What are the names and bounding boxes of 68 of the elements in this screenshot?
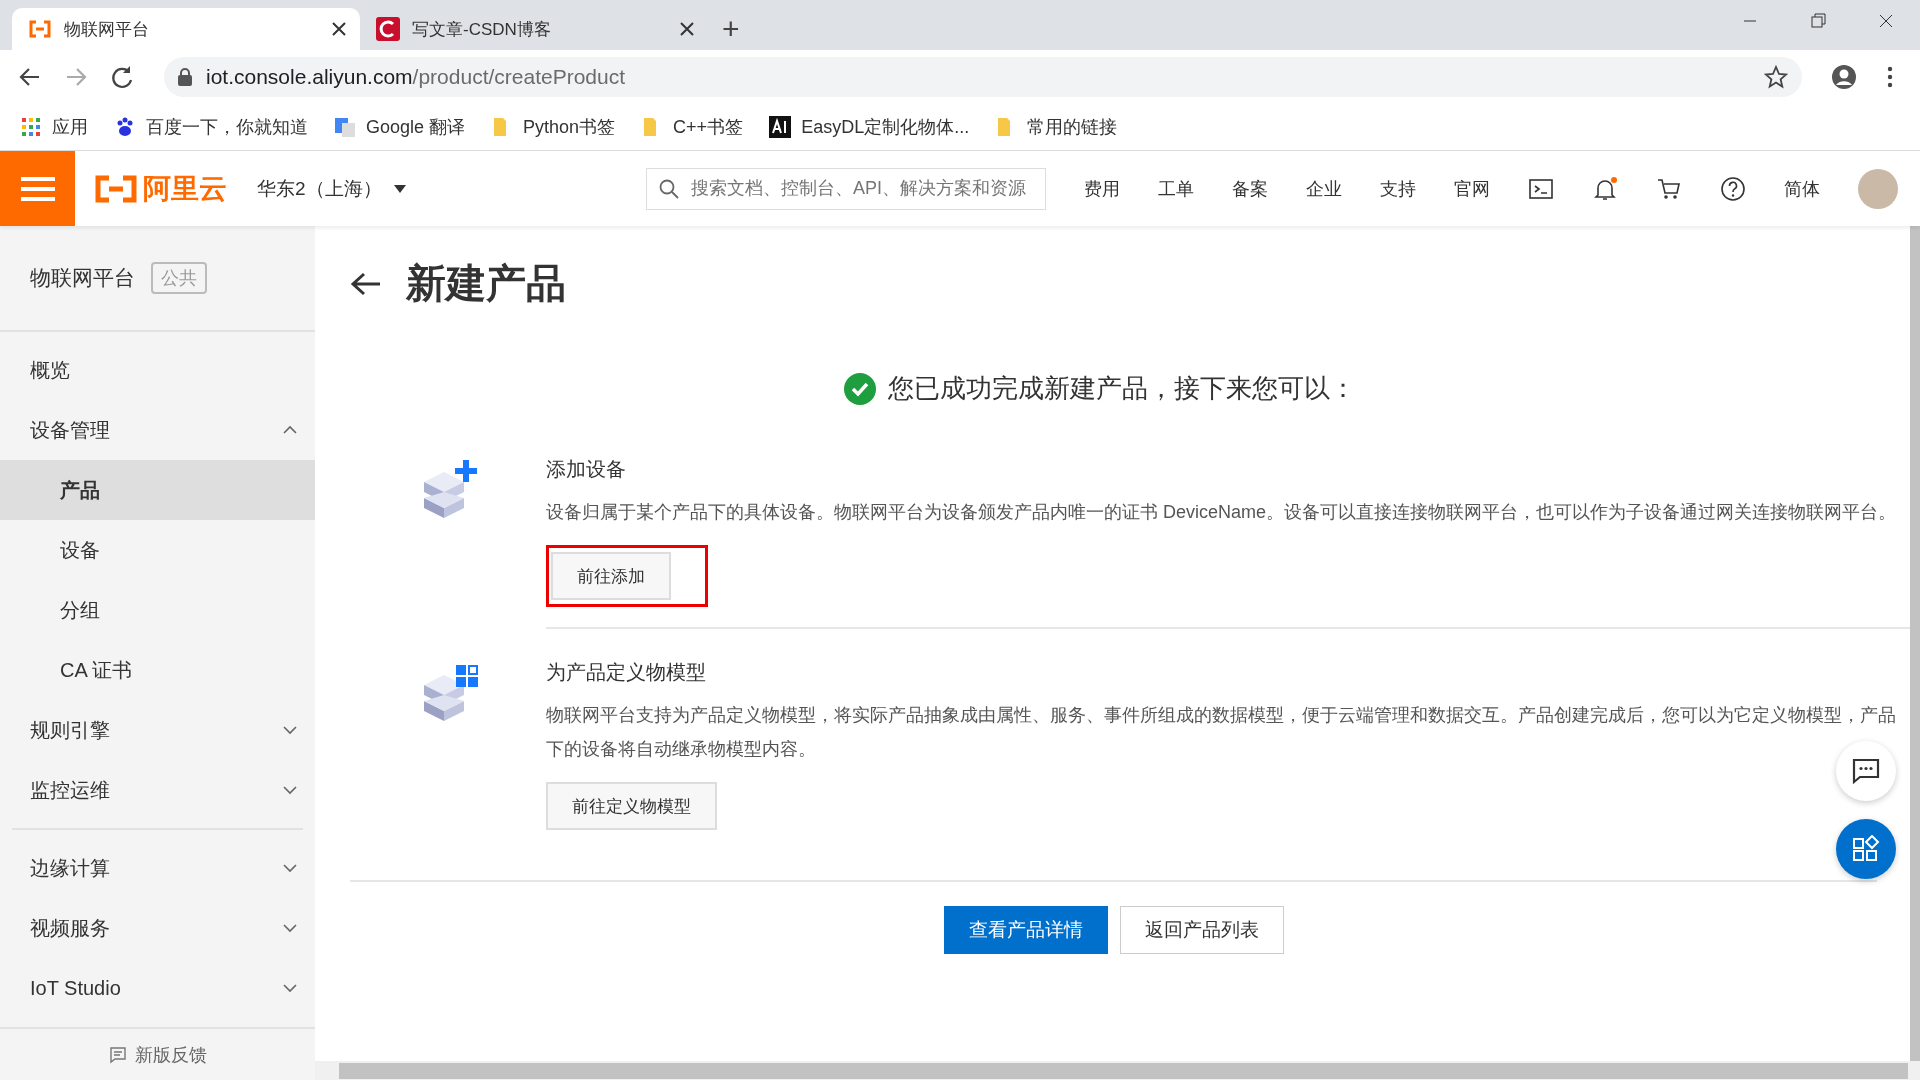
- lock-icon: [178, 68, 192, 86]
- bookmark[interactable]: 百度一下，你就知道: [114, 115, 308, 139]
- scrollbar[interactable]: [1910, 226, 1920, 1061]
- apps-button[interactable]: [1836, 819, 1896, 879]
- check-circle-icon: [844, 372, 876, 405]
- browser-tab[interactable]: 物联网平台: [12, 8, 360, 50]
- bookmark[interactable]: C++书签: [641, 115, 744, 139]
- sidebar-title: 物联网平台: [30, 265, 135, 291]
- browser-tab[interactable]: 写文章-CSDN博客: [360, 8, 708, 50]
- nav-link[interactable]: 企业: [1306, 176, 1342, 201]
- help-icon[interactable]: [1720, 175, 1746, 202]
- sidebar-subitem[interactable]: 设备: [0, 520, 315, 580]
- message-icon: [108, 1046, 127, 1064]
- bookmark[interactable]: Google 翻译: [334, 115, 466, 139]
- apps-grid-icon: [20, 116, 42, 138]
- menu-button[interactable]: [0, 151, 75, 226]
- menu-icon: [20, 175, 55, 202]
- step-title: 为产品定义物模型: [546, 660, 707, 685]
- step-title: 添加设备: [546, 457, 627, 482]
- nav-link[interactable]: 支持: [1380, 176, 1416, 201]
- caret-icon: [393, 184, 406, 193]
- sidebar-item[interactable]: 概览: [0, 340, 315, 400]
- sidebar-item[interactable]: IoT Studio: [0, 958, 315, 1018]
- bracket-logo-icon: [95, 174, 137, 203]
- back-arrow-icon[interactable]: [350, 270, 382, 297]
- tag: 公共: [151, 262, 207, 294]
- sidebar-item[interactable]: 边缘计算: [0, 838, 315, 898]
- bookmark[interactable]: 常用的链接: [995, 115, 1118, 139]
- sidebar-item[interactable]: 规则引擎: [0, 700, 315, 760]
- secondary-button[interactable]: 返回产品列表: [1119, 906, 1284, 954]
- nav-link[interactable]: 工单: [1158, 176, 1194, 201]
- bracket-logo-icon: [28, 20, 52, 38]
- sidebar-item[interactable]: 监控运维: [0, 760, 315, 820]
- apps-icon: [1852, 835, 1880, 863]
- chat-icon: [1852, 757, 1880, 785]
- step-button[interactable]: 前往定义物模型: [546, 782, 717, 830]
- sidebar-subitem[interactable]: CA 证书: [0, 640, 315, 700]
- translate-icon: [334, 116, 356, 138]
- nav-link[interactable]: 官网: [1454, 176, 1490, 201]
- search-field[interactable]: 搜索文档、控制台、API、解决方案和资源: [646, 167, 1046, 210]
- c-logo-icon: [376, 17, 400, 41]
- language-link[interactable]: 简体: [1784, 176, 1820, 201]
- new-tab-button[interactable]: +: [722, 14, 740, 44]
- bookmark[interactable]: EasyDL定制化物体...: [769, 115, 970, 139]
- nav-link[interactable]: 费用: [1084, 176, 1120, 201]
- primary-button[interactable]: 查看产品详情: [943, 906, 1108, 954]
- bookmark[interactable]: Python书签: [491, 115, 616, 139]
- close-icon[interactable]: [332, 22, 346, 36]
- step-button[interactable]: 前往添加: [551, 552, 671, 600]
- search-icon: [659, 178, 679, 199]
- chat-button[interactable]: [1836, 741, 1896, 801]
- page-title: 新建产品: [406, 260, 566, 307]
- sidebar-subitem[interactable]: 分组: [0, 580, 315, 640]
- ai-logo-icon: [769, 116, 792, 138]
- bell-icon[interactable]: [1592, 175, 1618, 202]
- success-message: 您已成功完成新建产品，接下来您可以：: [888, 372, 1356, 405]
- step-description: 物联网平台支持为产品定义物模型，将实际产品抽象成由属性、服务、事件所组成的数据模型，便于云端管理和数据交互。产品创建完成后，您可以为它定义物模型，产品下的设备将自动继承物模型内容。: [546, 704, 1897, 761]
- sidebar-subitem[interactable]: 产品: [0, 460, 315, 520]
- bookmark[interactable]: 应用: [20, 115, 88, 139]
- step-description: 设备归属于某个产品下的具体设备。物联网平台为设备颁发产品内唯一的证书 DeviceName。设备可以直接连接物联网平台，也可以作为子设备通过网关连接物联网平台。: [546, 501, 1898, 524]
- sidebar-item[interactable]: 设备管理: [0, 400, 315, 460]
- sidebar-item[interactable]: 视频服务: [0, 898, 315, 958]
- star-icon[interactable]: [1764, 65, 1788, 89]
- scrollbar-thumb[interactable]: [339, 1063, 1908, 1079]
- close-icon[interactable]: [680, 22, 694, 36]
- nav-link[interactable]: 备案: [1232, 176, 1268, 201]
- address-bar[interactable]: iot.console.aliyun.com/product/createProduct: [164, 57, 1802, 97]
- region-dropdown[interactable]: 华东2（上海）: [257, 175, 406, 202]
